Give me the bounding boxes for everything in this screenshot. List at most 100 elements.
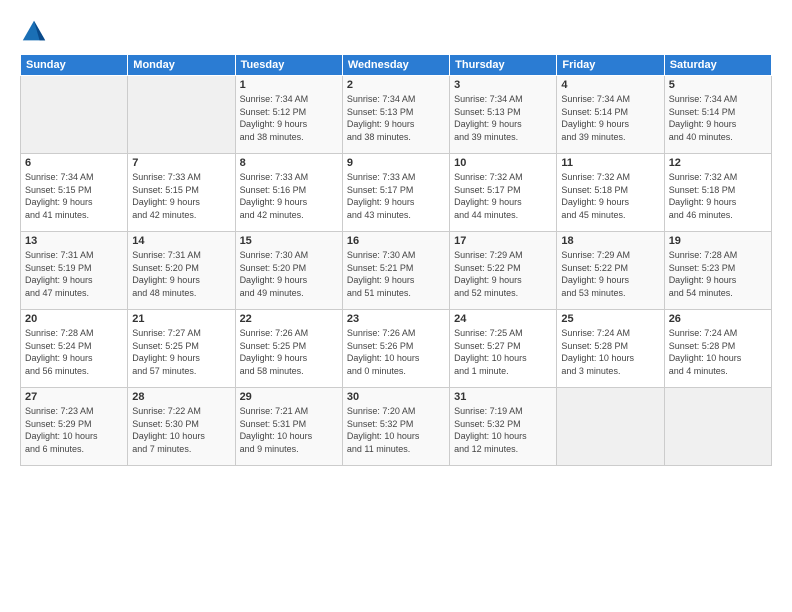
calendar-header: SundayMondayTuesdayWednesdayThursdayFrid… [21,55,772,76]
day-number: 5 [669,79,767,91]
day-number: 28 [132,391,230,403]
calendar-cell: 23 Sunrise: 7:26 AM Sunset: 5:26 PM Dayli… [342,310,449,388]
day-number: 6 [25,157,123,169]
day-info: Sunrise: 7:21 AM Sunset: 5:31 PM Dayligh… [240,405,338,455]
day-info: Sunrise: 7:31 AM Sunset: 5:19 PM Dayligh… [25,249,123,299]
day-number: 12 [669,157,767,169]
day-header-wednesday: Wednesday [342,55,449,76]
week-row-3: 13 Sunrise: 7:31 AM Sunset: 5:19 PM Dayli… [21,232,772,310]
logo-icon [20,18,48,46]
day-info: Sunrise: 7:34 AM Sunset: 5:12 PM Dayligh… [240,93,338,143]
calendar-cell: 31Sunrise: 7:19 AM Sunset: 5:32 PM Dayli… [450,388,557,466]
day-header-saturday: Saturday [664,55,771,76]
logo [20,18,52,46]
calendar-cell: 9 Sunrise: 7:33 AM Sunset: 5:17 PM Daylig… [342,154,449,232]
calendar-cell [664,388,771,466]
day-info: Sunrise: 7:33 AM Sunset: 5:17 PM Dayligh… [347,171,445,221]
day-number: 24 [454,313,552,325]
day-number: 2 [347,79,445,91]
calendar-cell: 26Sunrise: 7:24 AM Sunset: 5:28 PM Dayli… [664,310,771,388]
calendar-cell: 1 Sunrise: 7:34 AM Sunset: 5:12 PM Daylig… [235,76,342,154]
calendar-cell: 12Sunrise: 7:32 AM Sunset: 5:18 PM Dayli… [664,154,771,232]
calendar-table: SundayMondayTuesdayWednesdayThursdayFrid… [20,54,772,466]
calendar-cell [21,76,128,154]
calendar-cell: 11 Sunrise: 7:32 AM Sunset: 5:18 PM Dayli… [557,154,664,232]
day-number: 17 [454,235,552,247]
day-number: 30 [347,391,445,403]
week-row-1: 1 Sunrise: 7:34 AM Sunset: 5:12 PM Daylig… [21,76,772,154]
calendar-cell: 2 Sunrise: 7:34 AM Sunset: 5:13 PM Daylig… [342,76,449,154]
day-number: 7 [132,157,230,169]
day-info: Sunrise: 7:27 AM Sunset: 5:25 PM Dayligh… [132,327,230,377]
header [20,18,772,46]
day-info: Sunrise: 7:33 AM Sunset: 5:15 PM Dayligh… [132,171,230,221]
calendar-cell: 13 Sunrise: 7:31 AM Sunset: 5:19 PM Dayli… [21,232,128,310]
calendar-cell: 4 Sunrise: 7:34 AM Sunset: 5:14 PM Daylig… [557,76,664,154]
calendar-cell: 15Sunrise: 7:30 AM Sunset: 5:20 PM Dayli… [235,232,342,310]
day-info: Sunrise: 7:26 AM Sunset: 5:26 PM Dayligh… [347,327,445,377]
day-number: 19 [669,235,767,247]
day-info: Sunrise: 7:26 AM Sunset: 5:25 PM Dayligh… [240,327,338,377]
day-header-sunday: Sunday [21,55,128,76]
day-number: 3 [454,79,552,91]
day-number: 10 [454,157,552,169]
calendar-body: 1 Sunrise: 7:34 AM Sunset: 5:12 PM Daylig… [21,76,772,466]
day-info: Sunrise: 7:19 AM Sunset: 5:32 PM Dayligh… [454,405,552,455]
calendar-cell: 24 Sunrise: 7:25 AM Sunset: 5:27 PM Dayli… [450,310,557,388]
day-info: Sunrise: 7:28 AM Sunset: 5:23 PM Dayligh… [669,249,767,299]
calendar-cell: 30 Sunrise: 7:20 AM Sunset: 5:32 PM Dayli… [342,388,449,466]
day-header-tuesday: Tuesday [235,55,342,76]
day-header-thursday: Thursday [450,55,557,76]
day-info: Sunrise: 7:20 AM Sunset: 5:32 PM Dayligh… [347,405,445,455]
calendar-cell: 22Sunrise: 7:26 AM Sunset: 5:25 PM Dayli… [235,310,342,388]
day-number: 11 [561,157,659,169]
day-info: Sunrise: 7:34 AM Sunset: 5:15 PM Dayligh… [25,171,123,221]
calendar-cell: 14 Sunrise: 7:31 AM Sunset: 5:20 PM Dayli… [128,232,235,310]
day-info: Sunrise: 7:34 AM Sunset: 5:14 PM Dayligh… [669,93,767,143]
day-number: 14 [132,235,230,247]
day-header-friday: Friday [557,55,664,76]
day-number: 16 [347,235,445,247]
day-info: Sunrise: 7:32 AM Sunset: 5:17 PM Dayligh… [454,171,552,221]
calendar-cell [557,388,664,466]
calendar-cell: 3 Sunrise: 7:34 AM Sunset: 5:13 PM Daylig… [450,76,557,154]
calendar-cell: 28 Sunrise: 7:22 AM Sunset: 5:30 PM Dayli… [128,388,235,466]
day-number: 9 [347,157,445,169]
calendar-cell: 16Sunrise: 7:30 AM Sunset: 5:21 PM Dayli… [342,232,449,310]
calendar-cell: 27 Sunrise: 7:23 AM Sunset: 5:29 PM Dayli… [21,388,128,466]
calendar-cell: 21 Sunrise: 7:27 AM Sunset: 5:25 PM Dayli… [128,310,235,388]
calendar-cell [128,76,235,154]
calendar-cell: 6 Sunrise: 7:34 AM Sunset: 5:15 PM Daylig… [21,154,128,232]
day-number: 8 [240,157,338,169]
day-info: Sunrise: 7:31 AM Sunset: 5:20 PM Dayligh… [132,249,230,299]
day-number: 23 [347,313,445,325]
day-info: Sunrise: 7:24 AM Sunset: 5:28 PM Dayligh… [669,327,767,377]
calendar-cell: 29Sunrise: 7:21 AM Sunset: 5:31 PM Dayli… [235,388,342,466]
day-number: 25 [561,313,659,325]
calendar-cell: 20Sunrise: 7:28 AM Sunset: 5:24 PM Dayli… [21,310,128,388]
day-info: Sunrise: 7:34 AM Sunset: 5:13 PM Dayligh… [454,93,552,143]
day-number: 27 [25,391,123,403]
day-info: Sunrise: 7:34 AM Sunset: 5:14 PM Dayligh… [561,93,659,143]
calendar-cell: 17 Sunrise: 7:29 AM Sunset: 5:22 PM Dayli… [450,232,557,310]
day-info: Sunrise: 7:25 AM Sunset: 5:27 PM Dayligh… [454,327,552,377]
day-number: 4 [561,79,659,91]
day-header-monday: Monday [128,55,235,76]
calendar-cell: 18Sunrise: 7:29 AM Sunset: 5:22 PM Dayli… [557,232,664,310]
day-info: Sunrise: 7:34 AM Sunset: 5:13 PM Dayligh… [347,93,445,143]
day-number: 20 [25,313,123,325]
day-number: 1 [240,79,338,91]
day-info: Sunrise: 7:33 AM Sunset: 5:16 PM Dayligh… [240,171,338,221]
day-number: 13 [25,235,123,247]
calendar-cell: 8 Sunrise: 7:33 AM Sunset: 5:16 PM Daylig… [235,154,342,232]
day-info: Sunrise: 7:23 AM Sunset: 5:29 PM Dayligh… [25,405,123,455]
calendar-cell: 25Sunrise: 7:24 AM Sunset: 5:28 PM Dayli… [557,310,664,388]
day-info: Sunrise: 7:32 AM Sunset: 5:18 PM Dayligh… [561,171,659,221]
day-info: Sunrise: 7:30 AM Sunset: 5:20 PM Dayligh… [240,249,338,299]
week-row-4: 20Sunrise: 7:28 AM Sunset: 5:24 PM Dayli… [21,310,772,388]
day-info: Sunrise: 7:22 AM Sunset: 5:30 PM Dayligh… [132,405,230,455]
calendar-cell: 7 Sunrise: 7:33 AM Sunset: 5:15 PM Daylig… [128,154,235,232]
day-number: 21 [132,313,230,325]
day-info: Sunrise: 7:29 AM Sunset: 5:22 PM Dayligh… [454,249,552,299]
day-number: 18 [561,235,659,247]
